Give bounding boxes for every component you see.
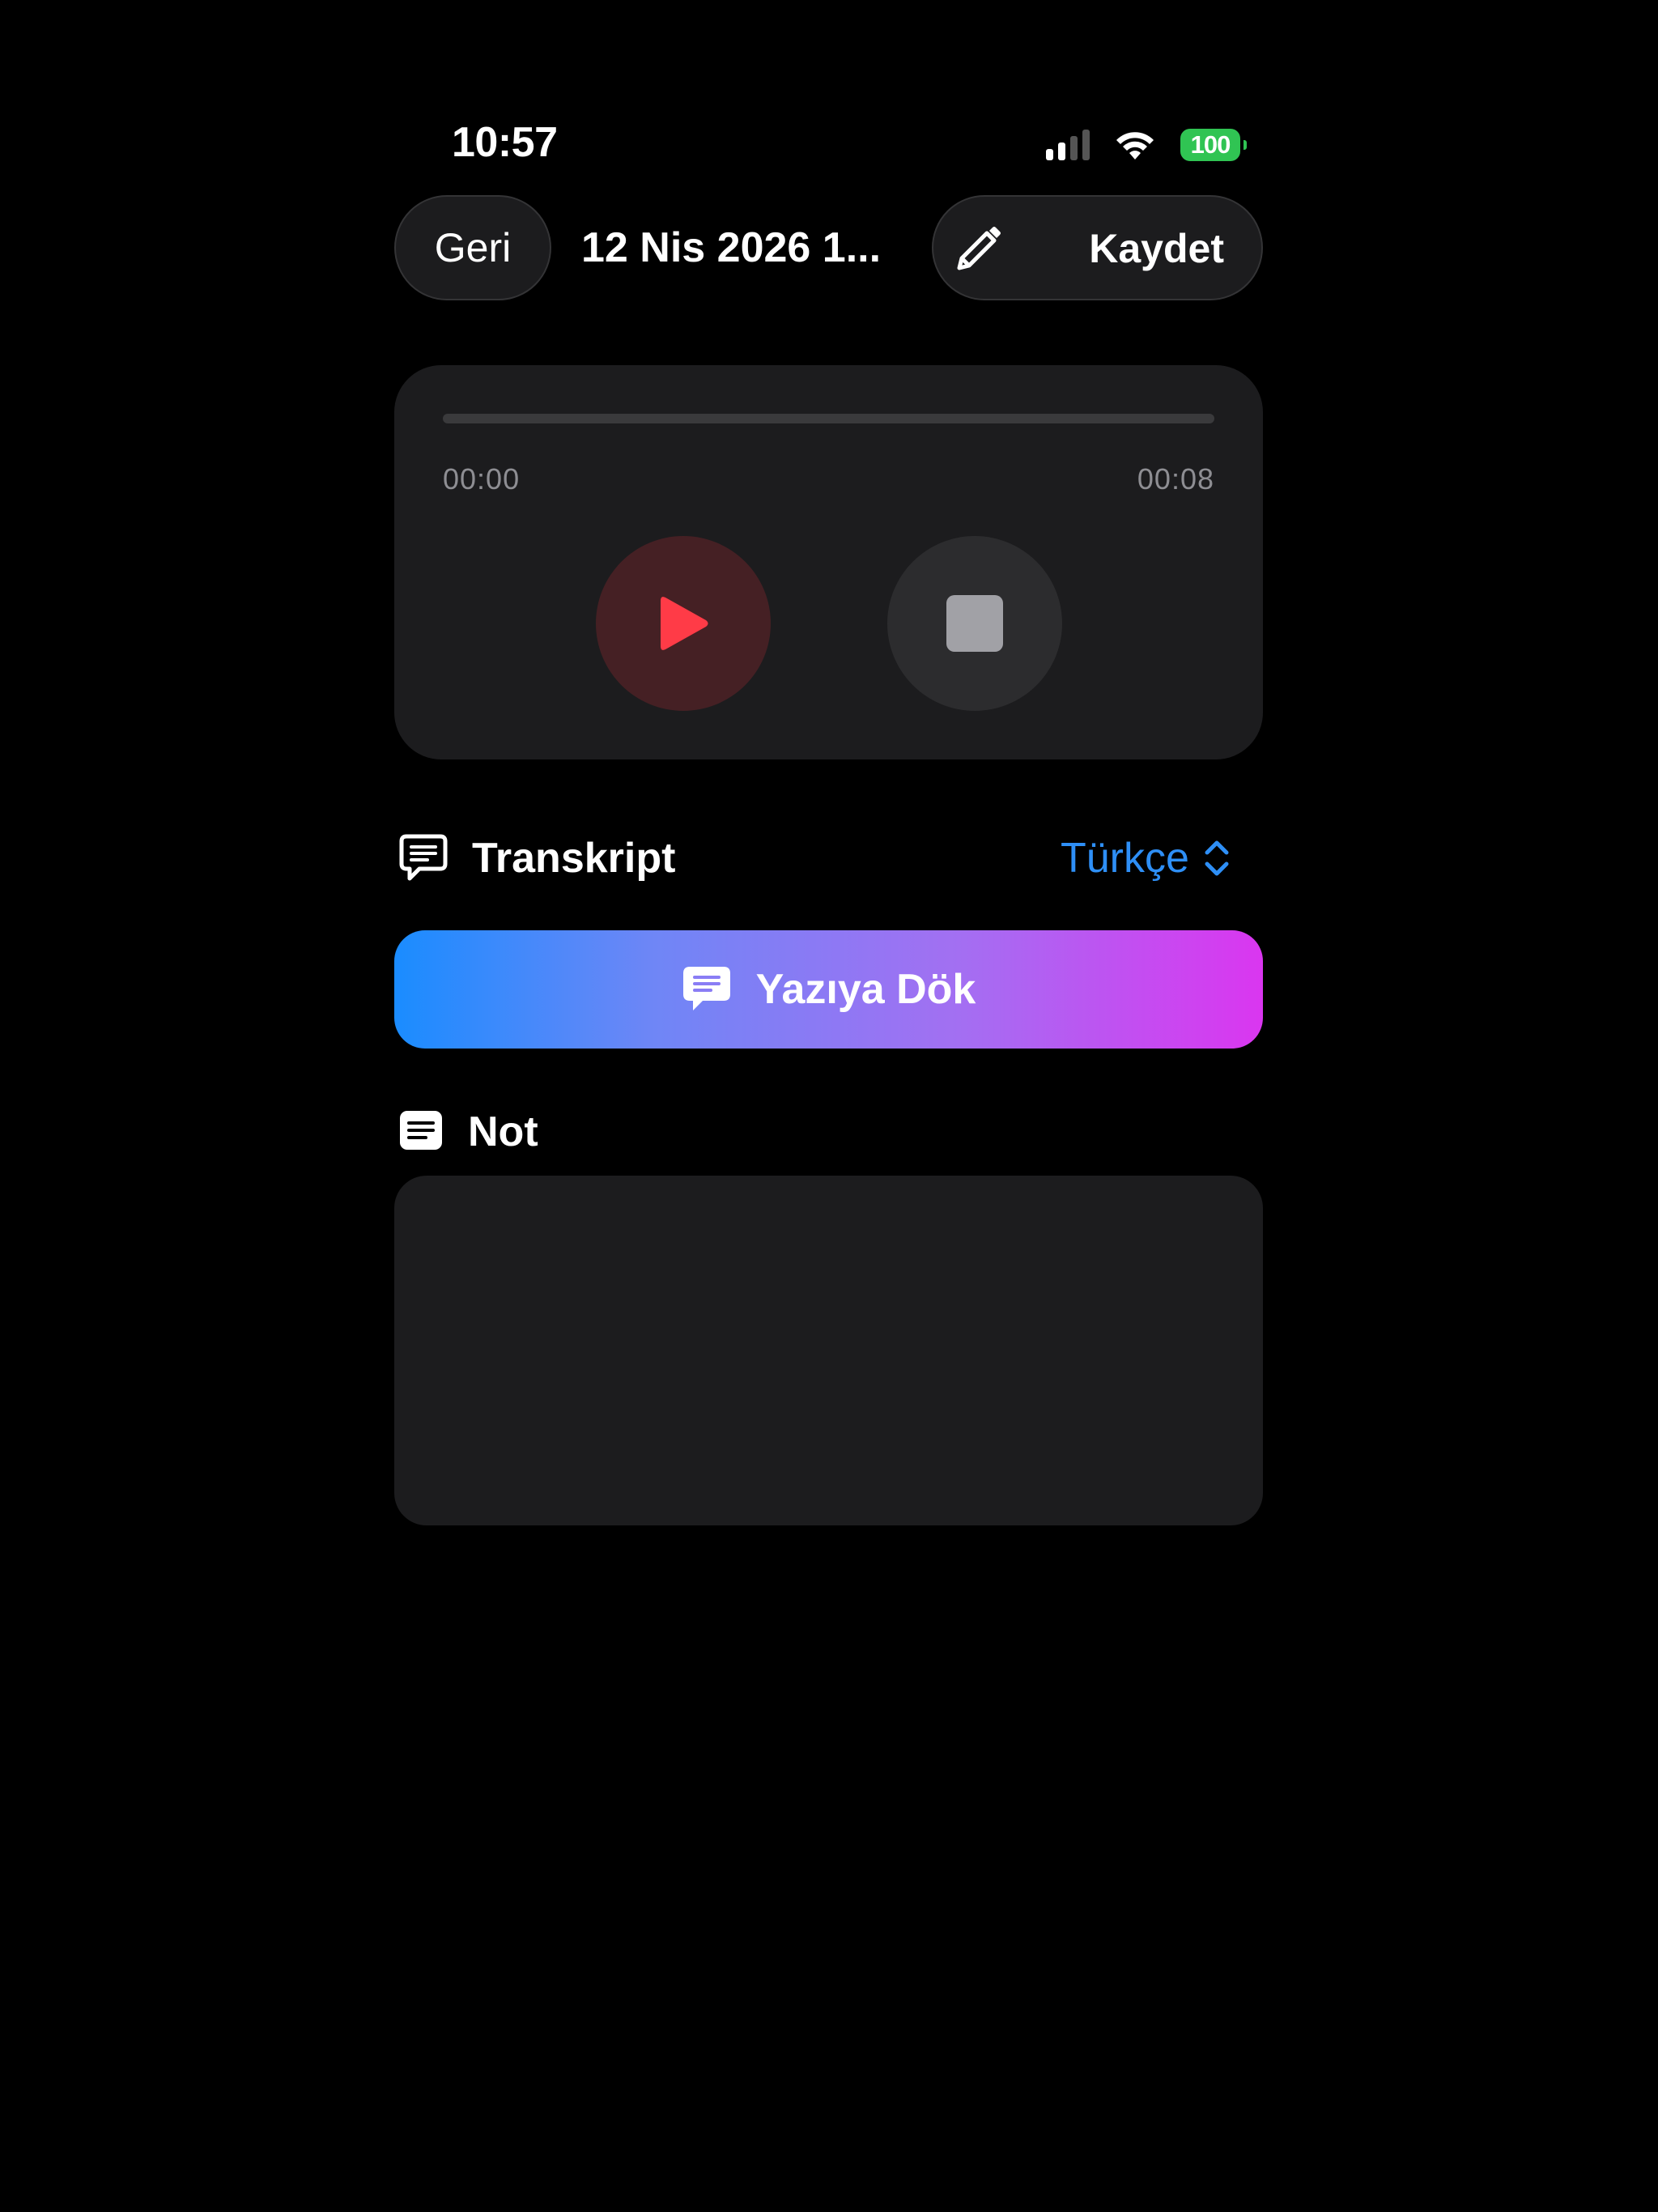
note-text-area[interactable]	[394, 1176, 1263, 1525]
recording-detail-screen: 10:57 100 Geri 12 Nis 2026 1... Kaydet 0…	[0, 0, 1658, 2212]
nav-actions: Kaydet	[932, 195, 1263, 300]
transcribe-button-label: Yazıya Dök	[755, 966, 976, 1013]
back-button-label: Geri	[434, 225, 512, 270]
page-title: 12 Nis 2026 1...	[581, 224, 882, 271]
battery-icon: 100	[1180, 129, 1247, 161]
transcript-title: Transkript	[472, 835, 676, 882]
status-time: 10:57	[452, 119, 558, 166]
duration-time: 00:08	[1137, 462, 1214, 496]
back-button[interactable]: Geri	[394, 195, 551, 300]
chevron-up-down-icon	[1205, 840, 1229, 876]
battery-level: 100	[1190, 130, 1231, 159]
transcribe-button[interactable]: Yazıya Dök	[394, 930, 1263, 1049]
chat-bubble-icon	[399, 834, 448, 881]
cellular-signal-icon	[1046, 130, 1090, 160]
language-picker-label: Türkçe	[1061, 835, 1189, 882]
save-button[interactable]: Kaydet	[1089, 225, 1224, 272]
stop-button[interactable]	[887, 536, 1062, 711]
wifi-icon	[1116, 132, 1154, 160]
language-picker[interactable]: Türkçe	[1061, 834, 1233, 883]
chat-bubble-filled-icon	[682, 967, 730, 1010]
note-icon	[400, 1111, 442, 1150]
play-icon	[661, 597, 708, 650]
current-time: 00:00	[443, 462, 521, 496]
play-button[interactable]	[596, 536, 771, 711]
status-icons: 100	[1046, 125, 1247, 165]
stop-icon	[946, 595, 1003, 652]
audio-player-card: 00:00 00:08	[394, 365, 1263, 759]
pencil-icon[interactable]	[950, 221, 1006, 278]
note-title: Not	[468, 1108, 538, 1155]
playback-progress-slider[interactable]	[443, 414, 1214, 423]
